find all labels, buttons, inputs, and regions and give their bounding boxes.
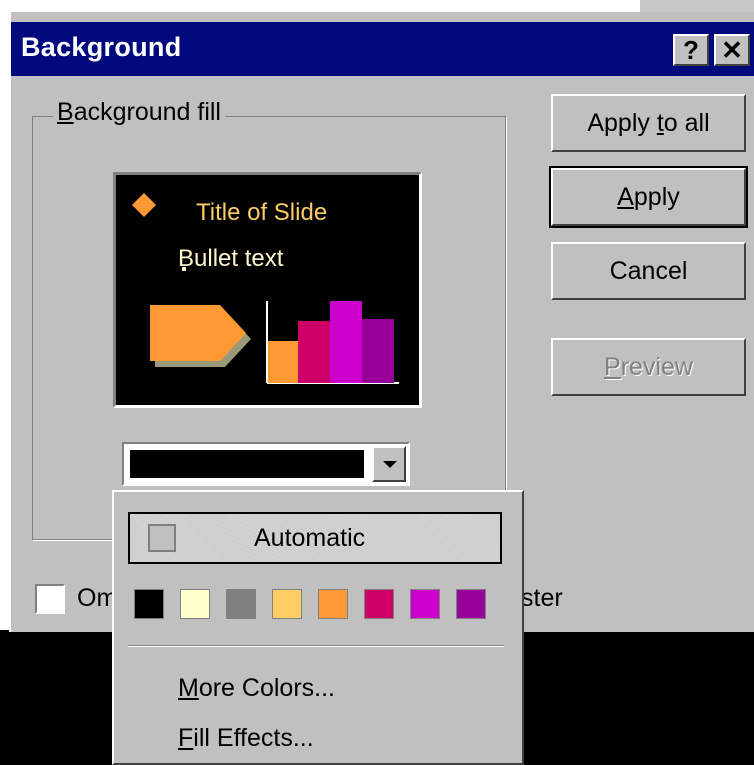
color-dropdown-menu: Automatic More Colors... Fill Effects... [112, 490, 524, 765]
apply-to-all-label-part: Apply [587, 109, 657, 137]
background-fill-label: Background fill [53, 98, 225, 127]
color-swatch[interactable] [410, 589, 440, 619]
close-button[interactable]: ✕ [714, 34, 750, 66]
automatic-color-swatch [148, 524, 176, 552]
menu-separator [128, 645, 504, 647]
background-window-edge [640, 0, 754, 12]
color-swatch[interactable] [226, 589, 256, 619]
apply-label-part: pply [633, 183, 680, 211]
help-button[interactable]: ? [673, 34, 709, 66]
apply-to-all-label-part: t [656, 109, 664, 137]
color-swatch[interactable] [134, 589, 164, 619]
chart-bar-4 [362, 319, 394, 383]
preview-slide-title: Title of Slide [196, 199, 328, 226]
cancel-button[interactable]: Cancel [551, 242, 746, 300]
color-swatch[interactable] [456, 589, 486, 619]
dropdown-arrow-icon[interactable] [372, 446, 406, 482]
preview-button[interactable]: Preview [551, 338, 746, 396]
fill-color-dropdown[interactable] [122, 442, 410, 486]
more-colors-menu-item[interactable]: More Colors... [178, 674, 335, 703]
apply-label-part: A [617, 183, 634, 211]
automatic-label: Automatic [254, 524, 366, 552]
apply-to-all-label-part: o all [663, 109, 710, 137]
omit-checkbox-label-end: ster [521, 584, 563, 612]
more-colors-label-part: ore Colors... [198, 674, 335, 702]
more-colors-label-part: M [178, 674, 199, 702]
color-swatch[interactable] [364, 589, 394, 619]
title-bar[interactable]: Background ? ✕ [11, 22, 754, 76]
diamond-bullet-icon [132, 193, 156, 217]
omit-graphics-checkbox[interactable] [35, 584, 65, 614]
fill-effects-label-part: ill Effects... [193, 724, 314, 752]
dialog-title: Background [21, 32, 182, 62]
preview-label-part: P [604, 353, 621, 381]
preview-label-part: review [620, 353, 693, 381]
chart-bar-3 [330, 301, 362, 383]
slide-preview: Title of Slide Bullet text [113, 172, 422, 408]
selected-color-swatch [130, 450, 364, 478]
color-swatch[interactable] [180, 589, 210, 619]
apply-to-all-button[interactable]: Apply to all [551, 94, 746, 152]
preview-bullet-text: Bullet text [178, 245, 284, 272]
automatic-color-option[interactable]: Automatic [128, 512, 502, 564]
chart-bar-2 [298, 321, 330, 383]
chart-bar-1 [268, 341, 298, 383]
apply-button[interactable]: Apply [549, 166, 748, 228]
color-swatch[interactable] [318, 589, 348, 619]
color-swatch[interactable] [272, 589, 302, 619]
fill-effects-label-part: F [178, 724, 194, 752]
fill-effects-menu-item[interactable]: Fill Effects... [178, 724, 314, 753]
